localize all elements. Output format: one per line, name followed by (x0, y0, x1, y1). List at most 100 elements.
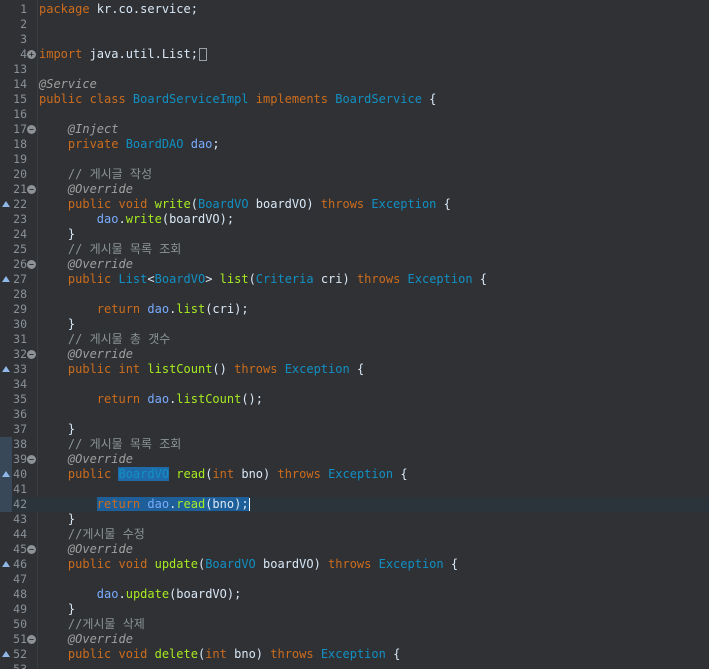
code-token: ( (190, 197, 198, 211)
code-token: dao (183, 137, 213, 151)
collapse-minus-icon[interactable]: − (27, 635, 36, 644)
code-token: > (205, 272, 220, 286)
code-token: kr.co.service; (89, 2, 198, 16)
code-line[interactable]: 30 } (0, 317, 709, 332)
code-line[interactable]: 48 dao.update(boardVO); (0, 587, 709, 602)
code-line[interactable]: 51− @Override (0, 632, 709, 647)
code-token: public void (67, 197, 155, 211)
code-line[interactable]: 42 return dao.read(bno); (0, 497, 709, 512)
collapse-minus-icon[interactable]: − (27, 260, 36, 269)
code-line[interactable]: 15 public class BoardServiceImpl implemen… (0, 92, 709, 107)
code-line[interactable]: 37 } (0, 422, 709, 437)
collapse-minus-icon[interactable]: − (27, 185, 36, 194)
code-line[interactable]: 31 // 게시물 총 갯수 (0, 332, 709, 347)
line-number: 30 (13, 317, 27, 331)
code-line[interactable]: 45− @Override (0, 542, 709, 557)
code-token: dao (147, 302, 170, 316)
code-line[interactable]: 38 // 게시물 목록 조회 (0, 437, 709, 452)
code-line[interactable]: 14 @Service (0, 77, 709, 92)
code-line[interactable]: 26− @Override (0, 257, 709, 272)
code-line[interactable]: 47 (0, 572, 709, 587)
code-line[interactable]: 43 } (0, 512, 709, 527)
folded-imports-icon[interactable] (198, 48, 207, 61)
line-number: 2 (20, 17, 27, 31)
code-line[interactable]: 28 (0, 287, 709, 302)
line-number: 52 (13, 647, 27, 661)
code-line[interactable]: 4 + import java.util.List; (0, 47, 709, 62)
code-line[interactable]: 39− @Override (0, 452, 709, 467)
code-line[interactable]: 33 public int listCount() throws Excepti… (0, 362, 709, 377)
code-token: dao (147, 392, 170, 406)
code-text: @Override (39, 542, 133, 557)
code-line[interactable]: 1 package kr.co.service; (0, 2, 709, 17)
expand-plus-icon[interactable]: + (27, 50, 36, 59)
line-number: 26 (13, 257, 27, 271)
code-token: public (67, 272, 119, 286)
code-token: import (39, 47, 83, 61)
code-line[interactable]: 3 (0, 32, 709, 47)
code-token: // 게시글 작성 (67, 167, 153, 181)
code-line[interactable]: 50 //게시물 삭제 (0, 617, 709, 632)
code-text: return dao.list(cri); (39, 302, 249, 317)
code-line[interactable]: 23 dao.write(boardVO); (0, 212, 709, 227)
code-line[interactable]: 16 (0, 107, 709, 122)
code-token: { (472, 272, 488, 286)
code-token: cri) (313, 272, 357, 286)
collapse-minus-icon[interactable]: − (27, 455, 36, 464)
line-number: 20 (13, 167, 27, 181)
line-number: 39 (13, 452, 27, 466)
code-token: //게시물 수정 (67, 527, 145, 541)
code-token: update (125, 587, 170, 601)
code-token: (boardVO); (161, 212, 235, 226)
collapse-minus-icon[interactable]: − (27, 545, 36, 554)
code-line[interactable]: 41 (0, 482, 709, 497)
code-line[interactable]: 36 (0, 407, 709, 422)
code-line[interactable]: 52 public void delete(int bno) throws Ex… (0, 647, 709, 662)
code-line[interactable]: 32− @Override (0, 347, 709, 362)
line-number: 15 (13, 92, 27, 106)
code-line[interactable]: 46 public void update(BoardVO boardVO) t… (0, 557, 709, 572)
code-token: list (219, 272, 249, 286)
code-token: dao (96, 587, 119, 601)
collapse-minus-icon[interactable]: − (27, 125, 36, 134)
code-line[interactable]: 34 (0, 377, 709, 392)
code-text: @Override (39, 347, 133, 362)
code-line[interactable]: 27 public List<BoardVO> list(Criteria cr… (0, 272, 709, 287)
code-token: public class (39, 92, 133, 106)
code-line[interactable]: 21− @Override (0, 182, 709, 197)
code-line[interactable]: 40 public BoardVO read(int bno) throws E… (0, 467, 709, 482)
code-line[interactable]: 44 //게시물 수정 (0, 527, 709, 542)
code-line[interactable]: 35 return dao.listCount(); (0, 392, 709, 407)
line-number: 4 (20, 47, 27, 61)
code-text: dao.update(boardVO); (39, 587, 242, 602)
code-line[interactable]: 53 (0, 662, 709, 669)
code-line[interactable]: 29 return dao.list(cri); (0, 302, 709, 317)
code-token: BoardVO (205, 557, 256, 571)
code-line[interactable]: 49 } (0, 602, 709, 617)
code-line[interactable]: 19 (0, 152, 709, 167)
code-token: dao (147, 497, 170, 511)
code-line[interactable]: 17− @Inject (0, 122, 709, 137)
code-token: public void (67, 647, 155, 661)
code-line[interactable]: 20 // 게시글 작성 (0, 167, 709, 182)
code-line[interactable]: 2 (0, 17, 709, 32)
code-editor[interactable]: 1 package kr.co.service; 2 3 4 + import java.u… (0, 0, 709, 669)
code-token: { (393, 467, 408, 481)
code-line[interactable]: 25 // 게시물 목록 조회 (0, 242, 709, 257)
code-line[interactable]: 18 private BoardDAO dao; (0, 137, 709, 152)
code-line[interactable]: 22 public void write(BoardVO boardVO) th… (0, 197, 709, 212)
line-number: 16 (13, 107, 27, 121)
code-token: BoardVO (118, 467, 170, 481)
code-line[interactable]: 24 } (0, 227, 709, 242)
line-number: 37 (13, 422, 27, 436)
code-line[interactable]: 13 (0, 62, 709, 77)
code-token: { (349, 362, 365, 376)
code-text: // 게시물 총 갯수 (39, 332, 170, 347)
collapse-minus-icon[interactable]: − (27, 350, 36, 359)
